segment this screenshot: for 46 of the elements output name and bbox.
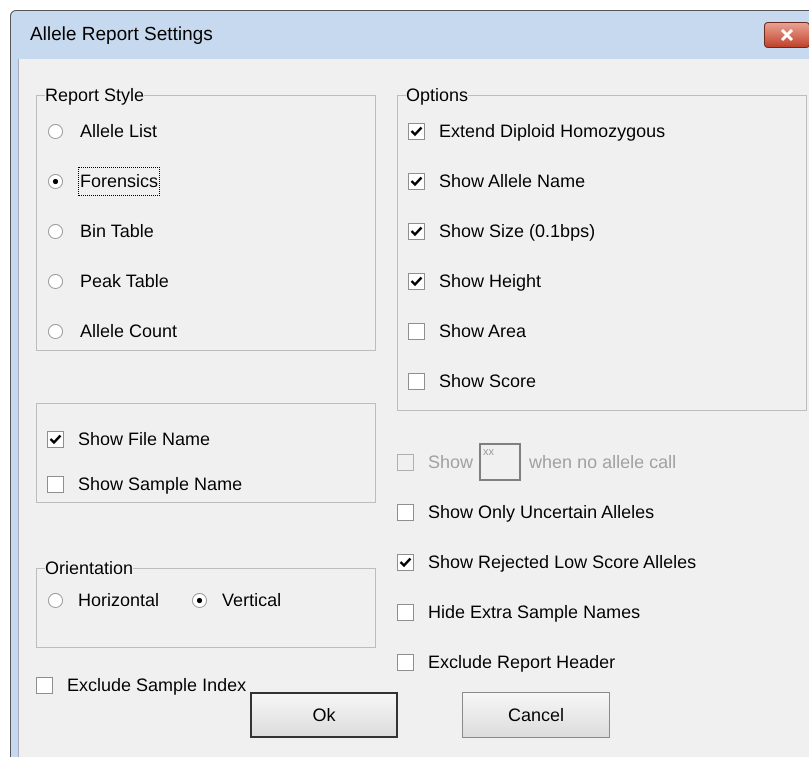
checkbox[interactable] <box>397 504 414 520</box>
radio-label[interactable]: Horizontal <box>78 587 160 614</box>
checkbox-label[interactable]: Show Score <box>439 368 536 394</box>
radio-label[interactable]: Bin Table <box>78 216 156 246</box>
window-title: Allele Report Settings <box>30 22 213 47</box>
checkbox[interactable] <box>408 322 425 340</box>
close-icon <box>780 29 794 41</box>
checkbox[interactable] <box>397 654 414 670</box>
radio-button[interactable] <box>47 222 64 240</box>
checkbox-label[interactable]: Exclude Report Header <box>428 648 616 676</box>
radio-button[interactable] <box>47 322 64 340</box>
radio-button[interactable] <box>47 592 64 609</box>
checkbox[interactable] <box>47 431 64 448</box>
checkbox-label[interactable]: Exclude Sample Index <box>67 672 246 698</box>
checkbox-label[interactable]: Hide Extra Sample Names <box>428 598 640 626</box>
radio-button[interactable] <box>47 272 64 290</box>
checkbox-label[interactable]: Show Sample Name <box>78 471 242 498</box>
radio-label[interactable]: Vertical <box>222 587 282 614</box>
radio-button[interactable] <box>47 172 64 190</box>
checkbox-label[interactable]: Show Area <box>439 318 526 344</box>
dialog-button[interactable]: Ok <box>250 692 398 738</box>
close-button[interactable] <box>764 22 809 48</box>
checkbox[interactable] <box>408 172 425 190</box>
checkbox-label[interactable]: Show Only Uncertain Alleles <box>428 498 654 526</box>
checkbox[interactable] <box>47 476 64 493</box>
checkbox[interactable] <box>408 122 425 140</box>
radio-label[interactable]: Allele Count <box>78 316 180 346</box>
checkbox-label[interactable]: Show File Name <box>78 426 210 453</box>
checkbox[interactable] <box>397 604 414 620</box>
field-caption: when no allele call <box>529 450 676 474</box>
checkbox[interactable] <box>408 222 425 240</box>
checkbox-label[interactable]: Show Size (0.1bps) <box>439 218 596 244</box>
radio-label[interactable]: Forensics <box>78 166 160 196</box>
radio-label[interactable]: Peak Table <box>78 266 171 296</box>
checkbox-label[interactable]: Extend Diploid Homozygous <box>439 118 666 144</box>
checkbox[interactable] <box>36 676 53 694</box>
radio-button[interactable] <box>47 122 64 140</box>
checkbox-label[interactable]: Show Height <box>439 268 542 294</box>
checkbox-label[interactable]: Show Rejected Low Score Alleles <box>428 548 696 576</box>
radio-label[interactable]: Allele List <box>78 116 160 146</box>
checkbox[interactable] <box>408 372 425 390</box>
checkbox-label[interactable]: Show Allele Name <box>439 168 586 194</box>
checkbox[interactable] <box>397 554 414 570</box>
checkbox[interactable] <box>408 272 425 290</box>
radio-button[interactable] <box>191 592 208 609</box>
dialog-button[interactable]: Cancel <box>462 692 610 738</box>
